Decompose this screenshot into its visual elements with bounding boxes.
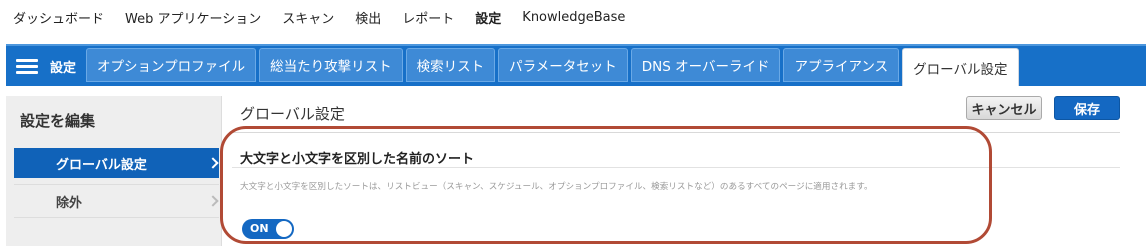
- section-title: 大文字と小文字を区別した名前のソート: [240, 152, 475, 167]
- toggle-label: ON: [250, 222, 269, 235]
- toggle-knob: [276, 221, 292, 237]
- settings-sidebar: 設定を編集 グローバル設定 除外: [6, 96, 222, 246]
- nav-reports[interactable]: レポート: [402, 8, 454, 27]
- settings-tab-bar: 設定 オプションプロファイル 総当たり攻撃リスト 検索リスト パラメータセット …: [6, 44, 1146, 86]
- top-navigation: ダッシュボード Web アプリケーション スキャン 検出 レポート 設定 Kno…: [0, 0, 1146, 34]
- tab-bar-title-label: 設定: [50, 60, 77, 76]
- nav-web-applications[interactable]: Web アプリケーション: [125, 8, 261, 27]
- page-title: グローバル設定: [240, 105, 345, 123]
- hamburger-menu-icon[interactable]: [16, 58, 38, 74]
- sidebar-item-global-settings[interactable]: グローバル設定: [14, 148, 219, 178]
- sidebar-item-label: グローバル設定: [56, 157, 147, 173]
- nav-knowledgebase[interactable]: KnowledgeBase: [522, 10, 625, 25]
- chevron-right-icon: [207, 157, 219, 169]
- save-button[interactable]: 保存: [1054, 96, 1120, 120]
- tab-appliances[interactable]: アプライアンス: [783, 48, 900, 82]
- tab-brute-force-lists[interactable]: 総当たり攻撃リスト: [259, 48, 403, 82]
- nav-configuration[interactable]: 設定: [475, 8, 501, 27]
- sidebar-item-exclusions[interactable]: 除外: [14, 184, 219, 218]
- tab-dns-override[interactable]: DNS オーバーライド: [630, 48, 781, 82]
- case-sensitive-sort-toggle[interactable]: ON: [242, 219, 294, 239]
- tab-search-lists[interactable]: 検索リスト: [405, 48, 496, 82]
- tab-parameter-sets[interactable]: パラメータセット: [498, 48, 628, 82]
- divider: [232, 167, 1120, 168]
- tab-global-settings[interactable]: グローバル設定: [902, 48, 1019, 86]
- nav-detections[interactable]: 検出: [355, 8, 381, 27]
- nav-scans[interactable]: スキャン: [282, 8, 334, 27]
- tab-option-profiles[interactable]: オプションプロファイル: [86, 48, 257, 82]
- sidebar-item-label: 除外: [56, 195, 83, 211]
- chevron-right-icon: [207, 195, 219, 207]
- nav-dashboard[interactable]: ダッシュボード: [13, 8, 104, 27]
- section-description: 大文字と小文字を区別したソートは、リストビュー（スキャン、スケジュール、オプショ…: [240, 182, 873, 192]
- sidebar-title: 設定を編集: [20, 112, 96, 130]
- cancel-button[interactable]: キャンセル: [966, 96, 1042, 120]
- tab-bar-title: 設定: [16, 47, 76, 85]
- divider: [232, 132, 1120, 133]
